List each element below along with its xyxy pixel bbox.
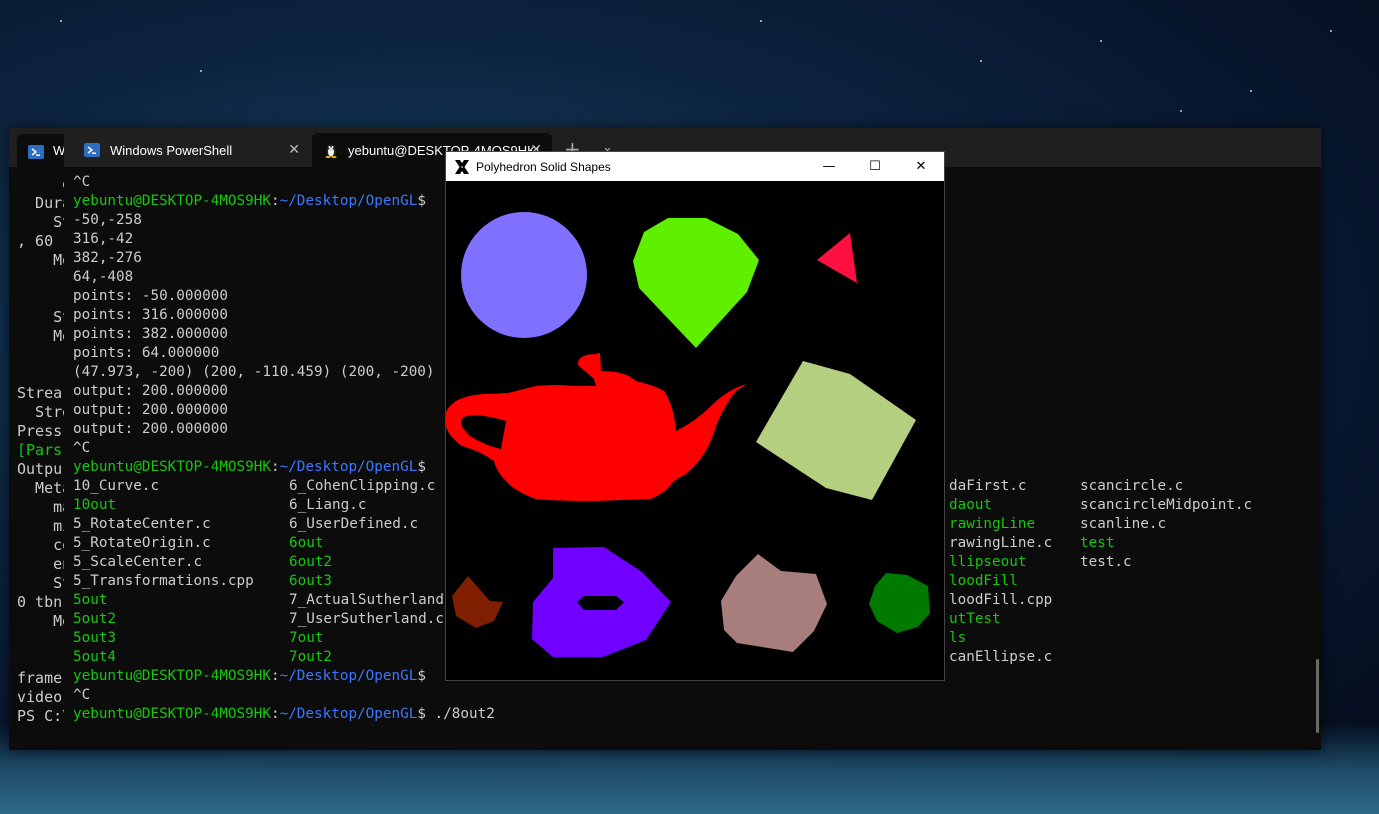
- terminal-line: ^C: [73, 440, 91, 456]
- x11-icon: [454, 159, 470, 175]
- file-entry: 6out: [289, 535, 324, 551]
- file-entry: 5_Transformations.cpp: [73, 573, 254, 589]
- listing-row: 5_ScaleCenter.c 6out2 llipseout test.c: [73, 553, 1132, 572]
- file-entry: rawingLine.c: [949, 535, 1053, 551]
- terminal-line: 382,-276: [73, 250, 142, 266]
- terminal-line: -50,-258: [73, 212, 142, 228]
- listing-row: 5_RotateCenter.c 6_UserDefined.c rawingLin…: [73, 515, 1166, 534]
- listing-row: 5out 7_ActualSutherland loodFill.cpp: [73, 591, 1052, 610]
- scrollbar[interactable]: [1316, 659, 1319, 733]
- file-entry: 6_UserDefined.c: [289, 516, 419, 532]
- circle-shape: [461, 212, 587, 338]
- prompt-user: yebuntu@DESKTOP-4MOS9HK: [73, 668, 271, 684]
- terminal-line: 316,-42: [73, 231, 134, 247]
- file-entry: 7_UserSutherland.cp: [289, 611, 453, 627]
- file-entry: ls: [949, 630, 967, 646]
- listing-row: 5_Transformations.cpp 6out3 loodFill: [73, 572, 1018, 591]
- powershell-icon: [84, 143, 100, 157]
- terminal-line: output: 200.000000: [73, 421, 228, 437]
- file-entry: loodFill: [949, 573, 1018, 589]
- prompt-path: ~/Desktop/OpenGL: [279, 193, 418, 209]
- file-entry: test.c: [1080, 554, 1132, 570]
- file-entry: 6_Liang.c: [289, 497, 367, 513]
- file-entry: scancircleMidpoint.c: [1080, 497, 1253, 513]
- file-entry: 10_Curve.c: [73, 478, 160, 494]
- listing-row: 10out 6_Liang.c daout scancircleMidpoint.c: [73, 496, 1252, 515]
- file-entry: 7_ActualSutherland: [289, 592, 444, 608]
- terminal-line: points: 64.000000: [73, 345, 220, 361]
- file-entry: 5out3: [73, 630, 117, 646]
- file-entry: llipseout: [949, 554, 1027, 570]
- file-entry: 5_RotateCenter.c: [73, 516, 211, 532]
- terminal-output[interactable]: ^C yebuntu@DESKTOP-4MOS9HK:~/Desktop/Open…: [73, 173, 1252, 724]
- powershell-icon: [28, 144, 44, 163]
- terminal-line: ^C: [73, 174, 91, 190]
- opengl-window[interactable]: Polyhedron Solid Shapes — ☐ ✕: [445, 151, 945, 681]
- terminal-line: points: -50.000000: [73, 288, 228, 304]
- file-entry: 6out3: [289, 573, 333, 589]
- listing-row: 5out3 7out ls: [73, 629, 966, 648]
- terminal-line: ^C: [73, 687, 91, 703]
- listing-row: 10_Curve.c 6_CohenClipping.c daFirst.c scan…: [73, 477, 1183, 496]
- file-entry: loodFill.cpp: [949, 592, 1053, 608]
- prompt-line: yebuntu@DESKTOP-4MOS9HK:~/Desktop/OpenGL…: [73, 459, 426, 475]
- file-entry: 7out: [289, 630, 324, 646]
- file-entry: scanline.c: [1080, 516, 1167, 532]
- minimize-button[interactable]: —: [806, 152, 852, 181]
- title-bar[interactable]: Polyhedron Solid Shapes — ☐ ✕: [446, 152, 944, 181]
- terminal-line: 64,-408: [73, 269, 134, 285]
- prompt-line: yebuntu@DESKTOP-4MOS9HK:~/Desktop/OpenGL…: [73, 668, 426, 684]
- terminal-line: output: 200.000000: [73, 383, 228, 399]
- file-entry: 6out2: [289, 554, 333, 570]
- terminal-line: points: 382.000000: [73, 326, 228, 342]
- file-entry: daFirst.c: [949, 478, 1027, 494]
- render-canvas[interactable]: [446, 181, 944, 680]
- file-entry: 10out: [73, 497, 117, 513]
- file-entry: 6_CohenClipping.c: [289, 478, 436, 494]
- tab-windows-powershell[interactable]: Windows PowerShell ✕: [72, 133, 310, 167]
- file-entry: 5out2: [73, 611, 117, 627]
- linux-penguin-icon: [324, 142, 338, 158]
- window-title: Polyhedron Solid Shapes: [476, 159, 611, 174]
- close-tab-icon[interactable]: ✕: [288, 141, 300, 158]
- terminal-line: points: 316.000000: [73, 307, 228, 323]
- file-entry: utTest: [949, 611, 1001, 627]
- maximize-button[interactable]: ☐: [852, 152, 898, 181]
- listing-row: 5_RotateOrigin.c 6out rawingLine.c test: [73, 534, 1114, 553]
- prompt-user: yebuntu@DESKTOP-4MOS9HK: [73, 706, 271, 722]
- prompt-line: yebuntu@DESKTOP-4MOS9HK:~/Desktop/OpenGL…: [73, 193, 426, 209]
- listing-row: 5out4 7out2 canEllipse.c: [73, 648, 1052, 667]
- terminal-line: (47.973, -200) (200, -110.459) (200, -20…: [73, 364, 435, 380]
- prompt-user: yebuntu@DESKTOP-4MOS9HK: [73, 193, 271, 209]
- prompt-line: yebuntu@DESKTOP-4MOS9HK:~/Desktop/OpenGL…: [73, 706, 495, 722]
- file-entry: 5out: [73, 592, 108, 608]
- file-entry: 5out4: [73, 649, 117, 665]
- prompt-path: ~/Desktop/OpenGL: [279, 459, 418, 475]
- window-controls: — ☐ ✕: [806, 152, 944, 181]
- file-entry: test: [1080, 535, 1115, 551]
- prompt-path: ~/Desktop/OpenGL: [279, 668, 418, 684]
- file-entry: 5_RotateOrigin.c: [73, 535, 211, 551]
- prompt-path: ~/Desktop/OpenGL: [279, 706, 418, 722]
- file-entry: daout: [949, 497, 993, 513]
- file-entry: rawingLine: [949, 516, 1036, 532]
- file-entry: 7out2: [289, 649, 333, 665]
- tab-label: Windows PowerShell: [110, 142, 233, 158]
- prompt-user: yebuntu@DESKTOP-4MOS9HK: [73, 459, 271, 475]
- file-entry: scancircle.c: [1080, 478, 1184, 494]
- file-entry: canEllipse.c: [949, 649, 1053, 665]
- listing-row: 5out2 7_UserSutherland.cp utTest: [73, 610, 1001, 629]
- terminal-line: output: 200.000000: [73, 402, 228, 418]
- file-entry: 5_ScaleCenter.c: [73, 554, 203, 570]
- close-button[interactable]: ✕: [898, 152, 944, 181]
